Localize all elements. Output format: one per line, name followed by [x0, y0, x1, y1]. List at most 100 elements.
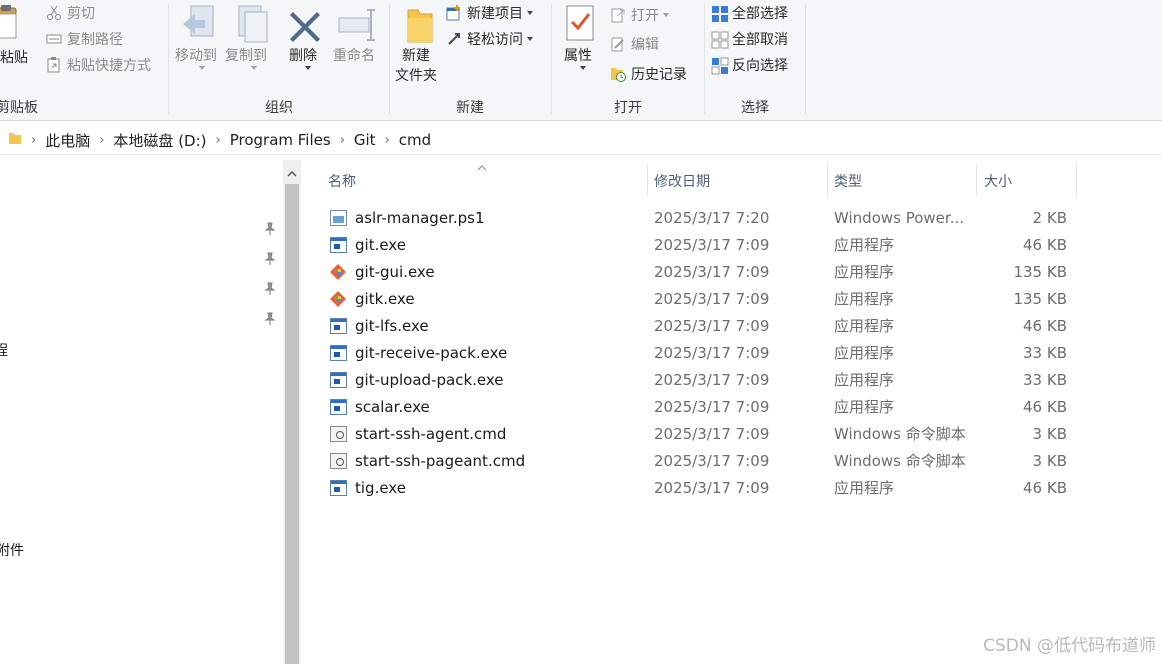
move-to-label: 移动到	[175, 48, 217, 64]
nav-scrollbar[interactable]	[283, 160, 301, 664]
invert-selection-button[interactable]: 反向选择	[711, 54, 788, 76]
cut-button[interactable]: 剪切	[46, 2, 95, 24]
breadcrumb-item[interactable]: 本地磁盘 (D:)	[107, 130, 212, 151]
column-divider[interactable]	[647, 164, 648, 196]
delete-label: 删除	[289, 48, 317, 64]
chevron-right-icon[interactable]: ›	[96, 133, 107, 148]
file-row[interactable]: tig.exe 2025/3/17 7:09 应用程序 46 KB	[321, 475, 1081, 501]
chevron-down-icon	[663, 13, 669, 17]
select-all-button[interactable]: 全部选择	[711, 2, 788, 24]
new-item-button[interactable]: 新建项目	[446, 2, 533, 24]
column-header-date[interactable]: 修改日期	[654, 166, 826, 196]
file-name: start-ssh-pageant.cmd	[355, 452, 526, 470]
file-type: 应用程序	[834, 263, 895, 281]
file-size: 46 KB	[1023, 317, 1067, 335]
move-to-icon	[183, 5, 214, 37]
file-name: start-ssh-agent.cmd	[355, 425, 507, 443]
delete-button[interactable]: 删除	[285, 2, 325, 74]
scrollbar-thumb[interactable]	[285, 184, 299, 664]
file-row[interactable]: gitk.exe 2025/3/17 7:09 应用程序 135 KB	[321, 286, 1081, 312]
invert-selection-label: 反向选择	[732, 58, 788, 74]
copy-to-button[interactable]: 复制到	[225, 2, 275, 74]
nav-item-label[interactable]: 程	[0, 340, 8, 360]
select-none-icon	[711, 31, 729, 49]
chevron-down-icon	[199, 66, 205, 70]
file-date: 2025/3/17 7:09	[654, 317, 770, 335]
properties-button[interactable]: 属性	[560, 2, 600, 74]
open-button[interactable]: 打开	[610, 4, 669, 26]
pin-icon[interactable]	[263, 222, 277, 236]
column-header-name-label: 名称	[328, 174, 356, 190]
select-group-label: 选择	[741, 100, 769, 116]
file-row[interactable]: aslr-manager.ps1 2025/3/17 7:20 Windows …	[321, 205, 1081, 231]
watermark: CSDN @低代码布道师	[983, 636, 1156, 656]
chevron-down-icon	[305, 66, 311, 70]
chevron-right-icon[interactable]: ›	[337, 133, 348, 148]
file-date: 2025/3/17 7:09	[654, 290, 770, 308]
file-row[interactable]: git-gui.exe 2025/3/17 7:09 应用程序 135 KB	[321, 259, 1081, 285]
new-folder-label-line1: 新建	[402, 48, 430, 64]
rename-button[interactable]: 重命名	[331, 2, 387, 74]
column-header-name[interactable]: 名称	[328, 166, 646, 196]
chevron-right-icon[interactable]: ›	[382, 133, 393, 148]
open-group: 属性 打开 编辑 历史记录 打开	[552, 0, 704, 121]
history-label: 历史记录	[631, 67, 687, 83]
application-icon	[330, 399, 347, 415]
file-size: 33 KB	[1023, 344, 1067, 362]
folder-icon	[8, 131, 22, 149]
edit-button[interactable]: 编辑	[610, 33, 659, 55]
address-bar[interactable]: › 此电脑 › 本地磁盘 (D:) › Program Files › Git …	[0, 126, 1162, 155]
move-to-button[interactable]: 移动到	[173, 2, 223, 74]
file-row[interactable]: start-ssh-pageant.cmd 2025/3/17 7:09 Win…	[321, 448, 1081, 474]
file-row[interactable]: git-upload-pack.exe 2025/3/17 7:09 应用程序 …	[321, 367, 1081, 393]
pin-icon[interactable]	[263, 252, 277, 266]
edit-label: 编辑	[631, 37, 659, 53]
column-divider[interactable]	[1076, 164, 1077, 196]
paste-button[interactable]: 粘贴	[0, 4, 32, 66]
file-date: 2025/3/17 7:09	[654, 344, 770, 362]
pin-icon[interactable]	[263, 282, 277, 296]
properties-label: 属性	[564, 48, 592, 64]
select-none-button[interactable]: 全部取消	[711, 28, 788, 50]
new-folder-button[interactable]: 新建 文件夹	[394, 2, 444, 88]
column-header-type[interactable]: 类型	[834, 166, 974, 196]
easy-access-label: 轻松访问	[467, 32, 523, 48]
open-group-label: 打开	[614, 100, 642, 116]
nav-item-label[interactable]: 附件	[0, 540, 24, 560]
chevron-right-icon[interactable]: ›	[213, 133, 224, 148]
easy-access-button[interactable]: 轻松访问	[446, 28, 533, 50]
column-header-type-label: 类型	[834, 174, 862, 190]
history-button[interactable]: 历史记录	[610, 63, 687, 85]
ribbon-divider	[805, 4, 806, 114]
pin-icon[interactable]	[263, 312, 277, 326]
file-list: 名称 修改日期 类型 大小 aslr-manager.ps1 2025/3/17…	[301, 160, 1162, 664]
chevron-down-icon	[251, 66, 257, 70]
file-row[interactable]: start-ssh-agent.cmd 2025/3/17 7:09 Windo…	[321, 421, 1081, 447]
paste-shortcut-label: 粘贴快捷方式	[67, 58, 151, 74]
file-row[interactable]: git-receive-pack.exe 2025/3/17 7:09 应用程序…	[321, 340, 1081, 366]
rename-icon	[338, 9, 375, 41]
file-date: 2025/3/17 7:09	[654, 371, 770, 389]
paste-shortcut-icon	[46, 57, 62, 73]
column-divider[interactable]	[827, 164, 828, 196]
chevron-down-icon	[580, 66, 586, 70]
breadcrumb-item[interactable]: 此电脑	[39, 130, 96, 151]
file-row[interactable]: git-lfs.exe 2025/3/17 7:09 应用程序 46 KB	[321, 313, 1081, 339]
breadcrumb-item[interactable]: Program Files	[224, 131, 337, 149]
file-row[interactable]: git.exe 2025/3/17 7:09 应用程序 46 KB	[321, 232, 1081, 258]
copy-path-button[interactable]: 复制路径	[46, 28, 123, 50]
file-name: git-receive-pack.exe	[355, 344, 508, 362]
chevron-right-icon[interactable]: ›	[28, 133, 39, 148]
scissors-icon	[46, 5, 62, 21]
file-date: 2025/3/17 7:09	[654, 479, 770, 497]
file-row[interactable]: scalar.exe 2025/3/17 7:09 应用程序 46 KB	[321, 394, 1081, 420]
column-divider[interactable]	[976, 164, 977, 196]
file-type: 应用程序	[834, 290, 895, 308]
column-header-size[interactable]: 大小	[984, 166, 1074, 196]
breadcrumb-item[interactable]: Git	[348, 131, 382, 149]
scroll-up-arrow-icon[interactable]	[283, 164, 301, 182]
file-type: 应用程序	[834, 371, 895, 389]
breadcrumb-item[interactable]: cmd	[393, 131, 437, 149]
file-type: 应用程序	[834, 398, 895, 416]
paste-shortcut-button[interactable]: 粘贴快捷方式	[46, 54, 151, 76]
